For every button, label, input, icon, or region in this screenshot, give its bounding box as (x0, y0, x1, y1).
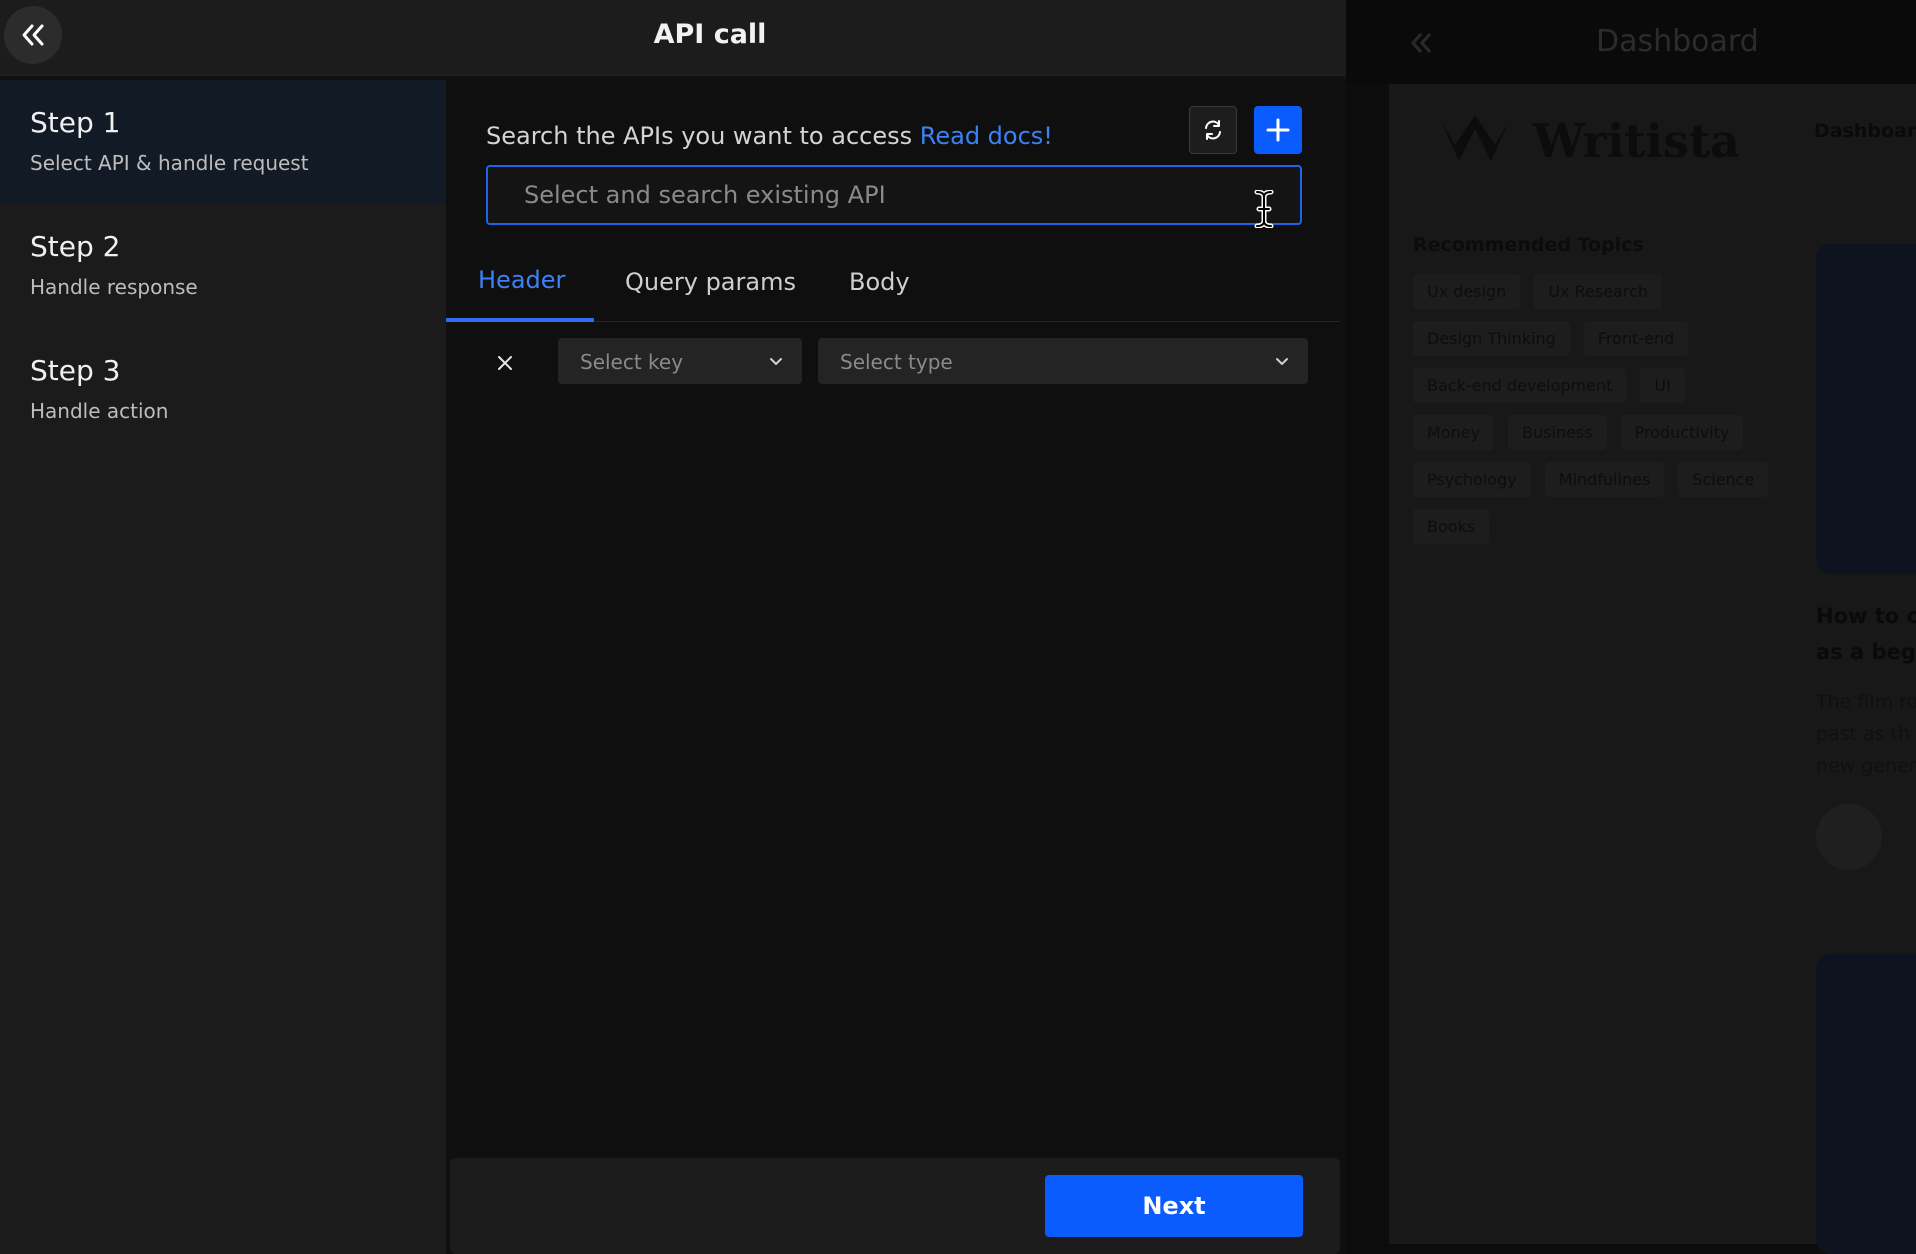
read-docs-link[interactable]: Read docs! (920, 122, 1053, 150)
topic-chip: Money (1413, 415, 1495, 450)
dashboard-header: Dashboard (1346, 0, 1916, 84)
select-type-placeholder: Select type (840, 350, 953, 374)
dashboard-body: Writista Dashboard Recommended Topics Ux… (1389, 84, 1916, 1254)
step-description: Handle action (30, 399, 169, 423)
topic-chip: UI (1640, 368, 1685, 403)
topic-chip: Design Thinking (1413, 321, 1570, 356)
api-search-field[interactable] (486, 165, 1302, 225)
chevron-down-icon (1276, 358, 1288, 365)
search-label-text: Search the APIs you want to access (486, 122, 913, 150)
article-card-image (1816, 244, 1916, 574)
refresh-icon (1205, 120, 1221, 140)
topic-chip: Ux Research (1534, 274, 1662, 309)
api-search-input[interactable] (488, 167, 1300, 223)
step-title: Step 1 (30, 106, 121, 139)
writista-logo: Writista (1439, 114, 1740, 168)
dashboard-title: Dashboard (1596, 24, 1759, 59)
logo-crown-icon (1441, 115, 1509, 161)
next-button[interactable]: Next (1045, 1175, 1303, 1237)
step-title: Step 3 (30, 354, 121, 387)
modal-footer: Next (450, 1158, 1340, 1254)
modal-header: API call (0, 0, 1346, 76)
close-icon (498, 356, 512, 370)
tab-header[interactable]: Header (478, 266, 565, 322)
step-content: Search the APIs you want to access Read … (446, 80, 1346, 1254)
dashboard-nav-item: Dashboard (1814, 120, 1916, 142)
tab-body[interactable]: Body (849, 268, 910, 324)
select-key-dropdown[interactable]: Select key (558, 338, 802, 384)
step-2[interactable]: Step 2 Handle response (0, 204, 446, 328)
article-card-excerpt: The film ro past as th new gener (1816, 691, 1916, 777)
step-1[interactable]: Step 1 Select API & handle request (0, 80, 446, 204)
step-title: Step 2 (30, 230, 121, 263)
step-3[interactable]: Step 3 Handle action (0, 328, 446, 452)
modal-title: API call (653, 19, 767, 50)
topic-chip: Psychology (1413, 462, 1531, 497)
recommended-topics-title: Recommended Topics (1413, 234, 1644, 256)
topic-chip: Ux design (1413, 274, 1521, 309)
topic-chip: Back-end development (1413, 368, 1627, 403)
tab-query-params[interactable]: Query params (625, 268, 796, 324)
add-api-button[interactable] (1254, 106, 1302, 154)
topic-chip: Productivity (1620, 415, 1744, 450)
remove-row-button[interactable] (488, 346, 522, 380)
select-type-dropdown[interactable]: Select type (818, 338, 1308, 384)
api-call-modal: API call Step 1 Select API & handle requ… (0, 0, 1346, 1254)
article-card-title: How to cr as a begi (1816, 604, 1916, 664)
topic-chips: Ux design Ux Research Design Thinking Fr… (1413, 274, 1773, 544)
background-dashboard: Dashboard Writista Dashboard Recommended… (1346, 0, 1916, 1254)
topic-chip: Front-end (1583, 321, 1689, 356)
request-tabs: Header Query params Body (446, 266, 1340, 322)
topic-chip: Books (1413, 509, 1490, 544)
refresh-button[interactable] (1189, 106, 1237, 154)
header-param-row: Select key Select type (446, 338, 1346, 386)
search-label: Search the APIs you want to access Read … (486, 122, 1053, 150)
article-card-image (1816, 954, 1916, 1254)
active-tab-indicator (446, 318, 594, 322)
text-cursor-icon (1254, 190, 1274, 228)
chevron-down-icon (770, 358, 782, 365)
topic-chip: Mindfullnes (1544, 462, 1665, 497)
logo-text: Writista (1533, 114, 1740, 168)
topic-chip: Business (1508, 415, 1607, 450)
plus-icon (1266, 118, 1290, 142)
topic-chip: Science (1678, 462, 1769, 497)
select-key-placeholder: Select key (580, 350, 684, 374)
step-description: Select API & handle request (30, 151, 309, 175)
author-avatar (1816, 804, 1882, 870)
step-description: Handle response (30, 275, 198, 299)
steps-sidebar: Step 1 Select API & handle request Step … (0, 80, 446, 1254)
